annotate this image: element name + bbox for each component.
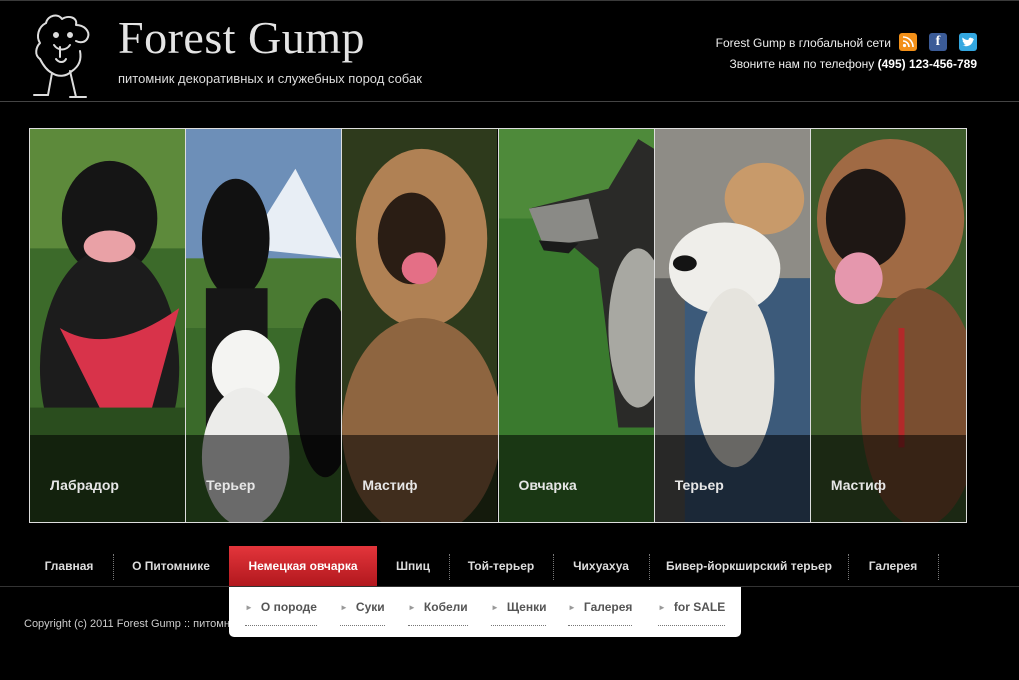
submenu-item-label: Кобели	[423, 600, 468, 614]
arrow-right-icon: ►	[658, 603, 666, 612]
nav-item-gallery[interactable]: Галерея	[858, 546, 928, 586]
submenu-item-for-sale[interactable]: ► for SALE	[658, 600, 726, 626]
nav-item-spitz[interactable]: Шпиц	[388, 546, 438, 586]
arrow-right-icon: ►	[245, 603, 253, 612]
nav-separator	[113, 554, 114, 580]
social-icons: f	[899, 33, 977, 51]
footer-copyright: Copyright (c) 2011 Forest Gump :: питомн	[24, 618, 230, 630]
submenu-item-label: Щенки	[506, 600, 547, 614]
rss-icon[interactable]	[899, 33, 917, 51]
nav-item-about[interactable]: О Питомнике	[124, 546, 218, 586]
nav-separator	[848, 554, 849, 580]
nav-separator	[938, 554, 939, 580]
nav-item-biewer-yorkshire[interactable]: Бивер-йоркширский терьер	[659, 546, 839, 586]
gallery-caption[interactable]: Терьер	[206, 477, 255, 493]
phone-number[interactable]: (495) 123-456-789	[878, 57, 977, 71]
nav-separator	[449, 554, 450, 580]
nav-item-german-shepherd[interactable]: Немецкая овчарка	[229, 546, 377, 586]
arrow-right-icon: ►	[491, 603, 499, 612]
submenu-item-label: О породе	[260, 600, 317, 614]
arrow-right-icon: ►	[340, 603, 348, 612]
nav-item-toy-terrier[interactable]: Той-терьер	[459, 546, 543, 586]
dotted-underline	[408, 625, 468, 626]
site-tagline: питомник декоративных и служебных пород …	[118, 71, 422, 86]
social-text: Forest Gump в глобальной сети	[715, 36, 891, 50]
breed-gallery: Лабрадор Терьер Мастиф Овчарка Терьер Ма…	[29, 128, 967, 523]
dog-logo-icon[interactable]	[26, 11, 98, 101]
nav-separator	[649, 554, 650, 580]
dotted-underline	[491, 625, 547, 626]
phone-prefix: Звоните нам по телефону	[729, 57, 875, 71]
submenu-item-about-breed[interactable]: ► О породе	[245, 600, 317, 626]
header: Forest Gump питомник декоративных и служ…	[0, 0, 1019, 102]
phone-line: Звоните нам по телефону (495) 123-456-78…	[730, 57, 978, 71]
gallery-caption[interactable]: Мастиф	[362, 477, 417, 493]
main-nav: Главная О Питомнике Немецкая овчарка Шпи…	[0, 546, 1019, 587]
submenu-item-label: Суки	[355, 600, 385, 614]
submenu-item-puppies[interactable]: ► Щенки	[491, 600, 547, 626]
arrow-right-icon: ►	[408, 603, 416, 612]
twitter-icon[interactable]	[959, 33, 977, 51]
nav-separator	[553, 554, 554, 580]
submenu-item-label: Галерея	[583, 600, 633, 614]
nav-item-chihuahua[interactable]: Чихуахуа	[563, 546, 639, 586]
submenu-item-gallery[interactable]: ► Галерея	[568, 600, 633, 626]
arrow-right-icon: ►	[568, 603, 576, 612]
gallery-panel-shepherd[interactable]: Овчарка	[498, 129, 655, 522]
submenu-german-shepherd: ► О породе ► Суки ► Кобели ► Щенки ► Галерея …	[229, 587, 741, 637]
gallery-caption[interactable]: Терьер	[675, 477, 724, 493]
gallery-panel-labrador[interactable]: Лабрадор	[30, 129, 187, 522]
gallery-panel-fox-terrier[interactable]: Терьер	[654, 129, 811, 522]
gallery-panel-mastiff[interactable]: Мастиф	[342, 129, 499, 522]
gallery-caption[interactable]: Овчарка	[519, 477, 577, 493]
dotted-underline	[568, 625, 633, 626]
dotted-underline	[340, 625, 385, 626]
gallery-caption[interactable]: Лабрадор	[50, 477, 119, 493]
gallery-caption[interactable]: Мастиф	[831, 477, 886, 493]
submenu-item-label: for SALE	[673, 600, 726, 614]
dotted-underline	[245, 625, 317, 626]
submenu-item-females[interactable]: ► Суки	[340, 600, 385, 626]
gallery-panel-bullmastiff[interactable]: Мастиф	[810, 129, 967, 522]
site-title[interactable]: Forest Gump	[118, 15, 365, 61]
facebook-icon[interactable]: f	[929, 33, 947, 51]
gallery-panel-terrier[interactable]: Терьер	[186, 129, 343, 522]
dotted-underline	[658, 625, 726, 626]
submenu-item-males[interactable]: ► Кобели	[408, 600, 468, 626]
nav-item-home[interactable]: Главная	[34, 546, 104, 586]
